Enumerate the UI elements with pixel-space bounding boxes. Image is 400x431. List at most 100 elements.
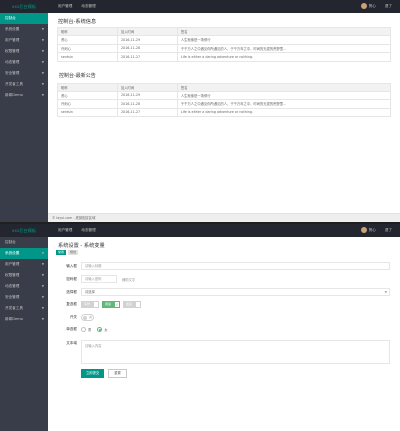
crumb-plan[interactable]: 规划: [68, 250, 79, 255]
submit-button[interactable]: 立即提交: [81, 369, 105, 378]
column-header: 加入时间: [116, 27, 178, 36]
sidebar-item-system-settings[interactable]: 系统设置 ▼: [0, 248, 48, 259]
sidebar-item-news-demo[interactable]: 新闻Demo ▼: [0, 90, 48, 101]
table-header-row: 昵称 加入时间 签名: [57, 27, 392, 36]
radio-dot: [97, 327, 103, 332]
top-nav-users[interactable]: 用户管理: [58, 224, 72, 237]
radio-male[interactable]: 男: [81, 327, 91, 332]
form-row-input: 输入框 请输入标题: [56, 262, 390, 270]
table-row: 许闲心 2016-11-28 于干万人之中遇见你所遇见的人，于千万年之中，时间的…: [57, 99, 392, 109]
form-row-radio: 单选框 男 女: [56, 327, 390, 332]
sidebar: 控制台 系统设置 ▼ 用户管理 ▼ 权限管理 ▼ 动态管理 ▼ 安全管理 ▼ 开发者工具 ▼…: [0, 237, 48, 431]
sidebar-item-users[interactable]: 用户管理 ▼: [0, 35, 48, 46]
table-cell: sentsin: [57, 107, 118, 117]
field-label: 选择框: [66, 289, 77, 294]
table-cell: 人生就像是一场修行: [176, 90, 392, 100]
top-nav: 用户管理 动态管理: [58, 224, 96, 237]
sidebar-item-console[interactable]: 控制台: [0, 13, 48, 24]
table-cell: 贤心: [57, 35, 118, 45]
user-name: 贤心: [368, 4, 376, 8]
radio-female[interactable]: 女: [97, 327, 108, 332]
sidebar-item-label: 安全管理: [5, 295, 20, 299]
dashboard-screen: xxx后台模板 用户管理 动态管理 贤心 退了 控制台 系统设置 ▼ 用户管理 ▼ …: [0, 0, 400, 222]
page-title: 系统设置 - 系统变量: [58, 243, 105, 249]
sidebar-item-label: 用户管理: [5, 38, 20, 42]
form-row-checkbox: 复选框 写作 阅读 ✓ 发呆: [56, 301, 390, 308]
checkbox-label: 写作: [81, 301, 94, 308]
sidebar-item-security[interactable]: 安全管理 ▼: [0, 68, 48, 79]
checkbox-box: [93, 301, 100, 308]
sidebar-item-label: 系统设置: [5, 251, 20, 255]
column-header: 昵称: [57, 82, 118, 92]
form-actions: 立即提交 重置: [56, 369, 390, 378]
check-icon: ✓: [114, 301, 121, 308]
table-cell: 许闲心: [57, 99, 118, 109]
footer: © layui.com - 底部固定区域: [48, 213, 400, 222]
top-nav-users[interactable]: 用户管理: [58, 0, 72, 13]
sidebar-item-news-demo[interactable]: 新闻Demo ▼: [0, 314, 48, 325]
table-cell: 于干万人之中遇见你所遇见的人，于千万年之中，时间的无涯的荒野里…: [176, 99, 392, 109]
checkbox-writing[interactable]: 写作: [81, 301, 100, 308]
table-cell: 2016-11-27: [116, 52, 178, 62]
checkbox-daze[interactable]: 发呆: [123, 301, 142, 308]
chevron-down-icon: ▼: [41, 93, 44, 97]
table-row: 贤心 2016-11-29 人生就像是一场修行: [57, 35, 392, 45]
table-header-row: 昵称 加入时间 签名: [57, 82, 392, 92]
chevron-down-icon: ▼: [41, 49, 44, 53]
page-title: 控制台-系统信息: [58, 19, 97, 25]
chevron-down-icon: ▼: [384, 290, 387, 294]
reset-button[interactable]: 重置: [108, 369, 127, 378]
sidebar-item-console[interactable]: 控制台: [0, 237, 48, 248]
sidebar-item-label: 控制台: [5, 240, 16, 244]
user-area: 贤心 退了: [360, 0, 392, 13]
top-nav-news[interactable]: 动态管理: [81, 224, 95, 237]
top-bar: xxx后台模板 用户管理 动态管理 贤心 退了: [0, 0, 400, 13]
table-row: 许闲心 2016-11-28 于干万人之中遇见你所遇见的人，于千万年之中，时间的…: [57, 43, 392, 53]
column-header: 签名: [176, 27, 392, 36]
checkbox-label: 发呆: [123, 301, 136, 308]
sidebar-item-label: 动态管理: [5, 284, 20, 288]
logout-link[interactable]: 退了: [385, 0, 392, 13]
toggle-switch[interactable]: 关: [81, 314, 94, 321]
user-menu[interactable]: 贤心: [360, 224, 376, 237]
city-select[interactable]: 请选择 ▼: [81, 288, 390, 296]
sidebar-item-permissions[interactable]: 权限管理 ▼: [0, 46, 48, 57]
form-row-switch: 开关 关: [56, 314, 390, 321]
content-textarea[interactable]: 请输入内容: [81, 340, 390, 364]
sidebar-item-dev-tools[interactable]: 开发者工具 ▼: [0, 303, 48, 314]
table-cell: 2016-11-28: [116, 43, 178, 53]
avatar: [360, 227, 367, 233]
field-label: 单选框: [66, 327, 77, 331]
title-input[interactable]: 请输入标题: [81, 262, 390, 270]
settings-main: 系统设置 - 系统变量: [48, 237, 400, 251]
sidebar-item-system-settings[interactable]: 系统设置 ▼: [0, 24, 48, 35]
logo: xxx后台模板: [11, 4, 37, 9]
sidebar-item-security[interactable]: 安全管理 ▼: [0, 292, 48, 303]
logo: xxx后台模板: [11, 228, 37, 233]
table-row: sentsin 2016-11-27 Life is either a dari…: [57, 52, 392, 62]
radio-dot: [81, 327, 86, 332]
dashboard-main: 控制台-系统信息 昵称 加入时间 签名 贤心 2016-11-29 人生就像是一…: [48, 13, 400, 117]
sidebar-item-permissions[interactable]: 权限管理 ▼: [0, 270, 48, 281]
chevron-down-icon: ▼: [41, 60, 44, 64]
crumb-common[interactable]: 常用: [56, 250, 67, 255]
top-nav-news[interactable]: 动态管理: [81, 0, 95, 13]
chevron-down-icon: ▼: [41, 273, 44, 277]
sidebar-item-users[interactable]: 用户管理 ▼: [0, 259, 48, 270]
radio-label: 女: [104, 328, 108, 332]
sidebar-item-dev-tools[interactable]: 开发者工具 ▼: [0, 79, 48, 90]
field-label: 输入框: [66, 263, 77, 268]
sidebar-item-news[interactable]: 动态管理 ▼: [0, 281, 48, 292]
user-menu[interactable]: 贤心: [360, 0, 376, 13]
logout-link[interactable]: 退了: [385, 224, 392, 237]
system-info-table: 昵称 加入时间 签名 贤心 2016-11-29 人生就像是一场修行 许闲心 2…: [57, 27, 392, 62]
table-cell: 2016-11-29: [116, 90, 178, 100]
chevron-down-icon: ▼: [41, 27, 44, 31]
password-field[interactable]: 请输入密码: [81, 275, 117, 283]
table-cell: 人生就像是一场修行: [176, 35, 392, 45]
column-header: 签名: [176, 82, 392, 92]
form-row-password: 密码框 请输入密码 辅助文字: [56, 275, 390, 283]
checkbox-reading[interactable]: 阅读 ✓: [102, 301, 121, 308]
sidebar-item-news[interactable]: 动态管理 ▼: [0, 57, 48, 68]
chevron-down-icon: ▼: [41, 295, 44, 299]
